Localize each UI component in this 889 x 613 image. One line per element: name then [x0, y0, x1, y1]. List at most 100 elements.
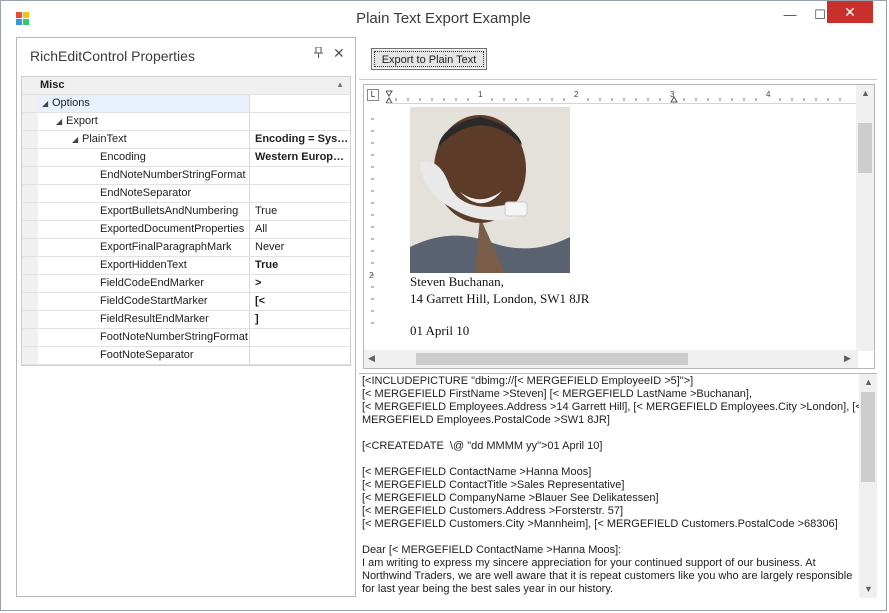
row-gutter [22, 239, 38, 256]
property-name: FieldCodeEndMarker [38, 275, 250, 292]
row-gutter [22, 275, 38, 292]
pin-icon-shape [314, 46, 323, 58]
plain-text-lines: [<INCLUDEPICTURE "dbimg://[< MERGEFIELD … [362, 375, 862, 596]
editor-horizontal-scrollbar[interactable]: ◀ ▶ [364, 350, 858, 368]
property-name-label: ExportFinalParagraphMark [100, 241, 232, 253]
property-value[interactable] [251, 95, 350, 112]
property-name-label: Encoding [100, 151, 146, 163]
output-line: Dear [< MERGEFIELD ContactName >Hanna Mo… [362, 544, 622, 556]
property-value[interactable] [251, 167, 350, 184]
expand-arrow-icon[interactable]: ◢ [56, 113, 66, 130]
row-gutter [22, 293, 38, 310]
ruler-ticks [385, 90, 841, 104]
property-grid[interactable]: Misc ▲ ◢ Options ◢ Export ◢ PlainText Encoding =… [21, 76, 351, 366]
scroll-right-icon[interactable]: ▶ [844, 353, 851, 364]
output-line: [<INCLUDEPICTURE "dbimg://[< MERGEFIELD … [362, 375, 694, 387]
property-value[interactable]: All [251, 221, 350, 238]
property-value[interactable]: Encoding = Sys… [251, 131, 350, 148]
property-value[interactable]: True [251, 257, 350, 274]
property-row[interactable]: ExportFinalParagraphMark Never [22, 239, 350, 257]
output-line: I am writing to express my sincere appre… [362, 557, 816, 569]
property-name-label: FieldResultEndMarker [100, 313, 209, 325]
property-row[interactable]: FieldCodeStartMarker [< [22, 293, 350, 311]
row-gutter [22, 95, 38, 112]
property-name: ExportFinalParagraphMark [38, 239, 250, 256]
property-name: FootNoteSeparator [38, 347, 250, 364]
property-value[interactable]: True [251, 203, 350, 220]
expand-arrow-icon[interactable]: ◢ [42, 95, 52, 112]
export-to-plain-text-button[interactable]: Export to Plain Text [371, 48, 487, 70]
property-row[interactable]: FootNoteNumberStringFormat [22, 329, 350, 347]
property-name-label: Export [66, 115, 98, 127]
panel-close-icon[interactable]: ✕ [333, 45, 345, 62]
scroll-left-icon[interactable]: ◀ [368, 353, 375, 364]
property-name-label: FootNoteSeparator [100, 349, 194, 361]
scroll-up-icon[interactable]: ▲ [864, 377, 873, 387]
property-value[interactable] [251, 113, 350, 130]
property-row[interactable]: ExportedDocumentProperties All [22, 221, 350, 239]
property-name: ◢ Options [38, 95, 250, 112]
row-gutter [22, 257, 38, 274]
property-row[interactable]: FieldResultEndMarker] [22, 311, 350, 329]
scroll-down-icon[interactable]: ▼ [864, 584, 873, 594]
property-row[interactable]: ◢ Export [22, 113, 350, 131]
output-line: Northwind Traders, we are well aware tha… [362, 570, 853, 582]
button-bar: Export to Plain Text [359, 37, 877, 80]
property-row[interactable]: ExportHiddenText True [22, 257, 350, 275]
horizontal-ruler[interactable]: 1 2 3 4 [385, 89, 858, 104]
window-title: Plain Text Export Example [356, 10, 531, 27]
rich-edit-control[interactable]: L 1 2 3 4 2 Steven Buchanan, 14 Garrett … [363, 84, 875, 369]
property-value[interactable] [251, 347, 350, 364]
property-name: ◢ PlainText [38, 131, 250, 148]
property-name-label: EndNoteNumberStringFormat [100, 169, 246, 181]
property-category[interactable]: Misc ▲ [22, 77, 350, 95]
properties-panel: RichEditControl Properties ✕ Misc ▲ ◢ Optio… [16, 37, 356, 597]
property-name-label: FootNoteNumberStringFormat [100, 331, 248, 343]
editor-vscroll-thumb[interactable] [858, 123, 872, 173]
plain-text-output[interactable]: [<INCLUDEPICTURE "dbimg://[< MERGEFIELD … [359, 373, 877, 598]
output-line: [< MERGEFIELD FirstName >Steven] [< MERG… [362, 388, 753, 400]
property-value[interactable]: Never [251, 239, 350, 256]
minimize-button[interactable]: — [773, 1, 807, 31]
editor-vertical-scrollbar[interactable]: ▲ [856, 85, 874, 351]
property-row[interactable]: Encoding Western Europ… [22, 149, 350, 167]
main-window: Plain Text Export Example — ☐ ✕ RichEdit… [0, 0, 887, 611]
ruler-number: 2 [574, 90, 579, 99]
tab-selector-icon[interactable]: L [367, 89, 379, 101]
property-value[interactable]: Western Europ… [251, 149, 350, 166]
property-value[interactable]: > [251, 275, 350, 292]
property-row[interactable]: FieldCodeEndMarker > [22, 275, 350, 293]
output-vscroll-thumb[interactable] [861, 392, 875, 482]
property-row[interactable]: ◢ Options [22, 95, 350, 113]
property-value[interactable]: ] [251, 311, 350, 328]
property-value[interactable] [251, 329, 350, 346]
property-name: FootNoteNumberStringFormat [38, 329, 250, 346]
property-value[interactable] [251, 185, 350, 202]
property-row[interactable]: EndNoteSeparator [22, 185, 350, 203]
document-page[interactable]: Steven Buchanan, 14 Garrett Hill, London… [384, 107, 858, 347]
ruler-number: 1 [478, 90, 483, 99]
vertical-ruler[interactable]: 2 [367, 109, 379, 341]
row-gutter [22, 347, 38, 364]
property-row[interactable]: EndNoteNumberStringFormat [22, 167, 350, 185]
editor-hscroll-thumb[interactable] [416, 353, 688, 365]
expand-arrow-icon[interactable]: ◢ [72, 131, 82, 148]
row-gutter [22, 311, 38, 328]
pin-icon[interactable] [314, 46, 323, 61]
property-row[interactable]: ◢ PlainText Encoding = Sys… [22, 131, 350, 149]
output-line: [< MERGEFIELD ContactTitle >Sales Repres… [362, 479, 625, 491]
row-gutter [22, 113, 38, 130]
property-value[interactable]: [< [251, 293, 350, 310]
output-vertical-scrollbar[interactable]: ▲ ▼ [859, 374, 877, 598]
property-row[interactable]: FootNoteSeparator [22, 347, 350, 365]
collapse-icon[interactable]: ▲ [336, 80, 344, 89]
employee-photo [410, 107, 570, 273]
property-name-label: FieldCodeEndMarker [100, 277, 204, 289]
vertical-ruler-number: 2 [369, 271, 374, 280]
property-row[interactable]: ExportBulletsAndNumbering True [22, 203, 350, 221]
row-gutter [22, 203, 38, 220]
right-panel: Export to Plain Text L 1 2 3 4 2 Steven … [359, 37, 877, 599]
scroll-up-icon[interactable]: ▲ [861, 88, 870, 98]
close-button[interactable]: ✕ [827, 1, 873, 23]
